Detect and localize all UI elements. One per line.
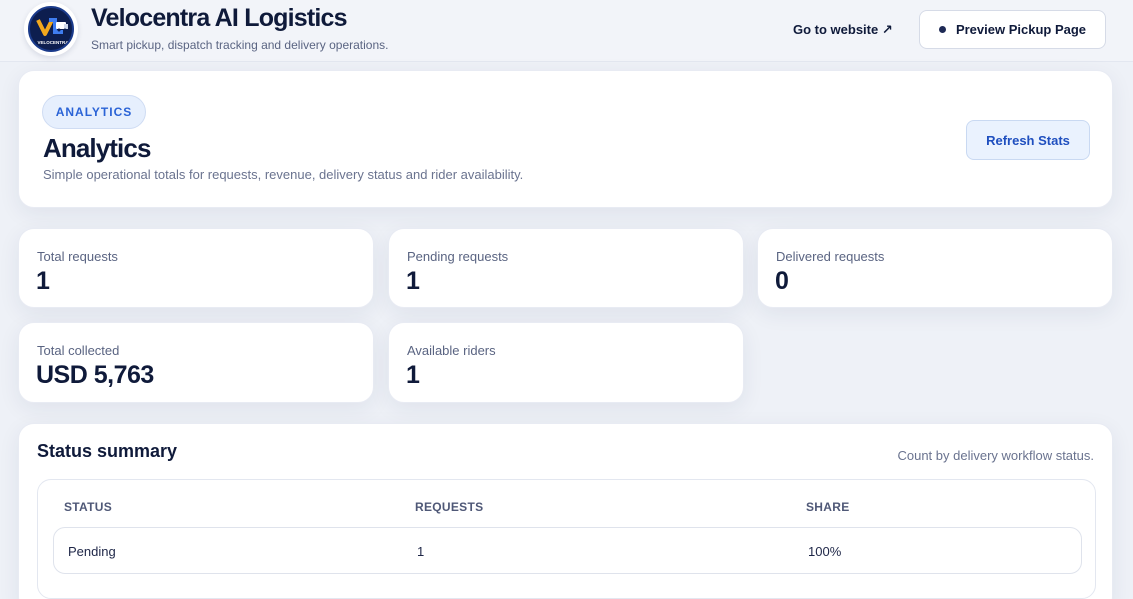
stat-label: Total requests (37, 249, 118, 264)
preview-pickup-page-button[interactable]: Preview Pickup Page (919, 10, 1106, 49)
analytics-panel: ANALYTICS Analytics Simple operational t… (18, 70, 1113, 208)
stat-value: 1 (406, 267, 420, 295)
stat-card-pending-requests: Pending requests 1 (388, 228, 744, 308)
stat-label: Delivered requests (776, 249, 885, 264)
page-title: Analytics (43, 133, 151, 163)
truck-icon: VELOCENTRA (36, 18, 69, 45)
logo-text: VELOCENTRA (37, 40, 69, 45)
stat-card-total-requests: Total requests 1 (18, 228, 374, 308)
logo-mark: VELOCENTRA (28, 6, 74, 52)
cell-requests: 1 (417, 544, 425, 559)
analytics-badge: ANALYTICS (42, 95, 146, 129)
go-to-website-label: Go to website ↗ (793, 22, 893, 37)
table-row[interactable]: Pending 1 100% (53, 527, 1082, 574)
stat-card-available-riders: Available riders 1 (388, 322, 744, 403)
preview-pickup-page-label: Preview Pickup Page (955, 22, 1087, 37)
bullet-dot-icon (938, 26, 946, 33)
brand-logo[interactable]: VELOCENTRA (24, 2, 78, 56)
stat-value: 1 (406, 361, 420, 389)
app-title: Velocentra AI Logistics (91, 4, 348, 32)
stat-label: Available riders (407, 343, 496, 358)
stat-label: Total collected (37, 343, 120, 358)
column-header-share: SHARE (806, 500, 850, 514)
section-subtitle: Count by delivery workflow status. (897, 448, 1094, 463)
refresh-stats-button[interactable]: Refresh Stats (966, 120, 1090, 160)
top-bar: VELOCENTRA Velocentra AI Logistics Smart… (0, 0, 1133, 62)
cell-status: Pending (68, 544, 116, 559)
stat-value: 0 (775, 267, 789, 295)
stat-card-total-collected: Total collected USD 5,763 (18, 322, 374, 403)
status-summary-panel: Status summary Count by delivery workflo… (18, 423, 1113, 599)
stat-card-delivered-requests: Delivered requests 0 (757, 228, 1113, 308)
status-table: STATUS REQUESTS SHARE Pending 1 100% (37, 479, 1096, 599)
cell-share: 100% (808, 544, 842, 559)
section-title: Status summary (37, 441, 178, 461)
stat-value: USD 5,763 (36, 361, 154, 389)
go-to-website-link[interactable]: Go to website ↗ (793, 22, 893, 38)
column-header-requests: REQUESTS (415, 500, 484, 514)
column-header-status: STATUS (64, 500, 113, 514)
stat-label: Pending requests (407, 249, 509, 264)
stat-value: 1 (36, 267, 50, 295)
page-subtitle: Simple operational totals for requests, … (43, 167, 524, 182)
app-subtitle: Smart pickup, dispatch tracking and deli… (91, 38, 389, 52)
